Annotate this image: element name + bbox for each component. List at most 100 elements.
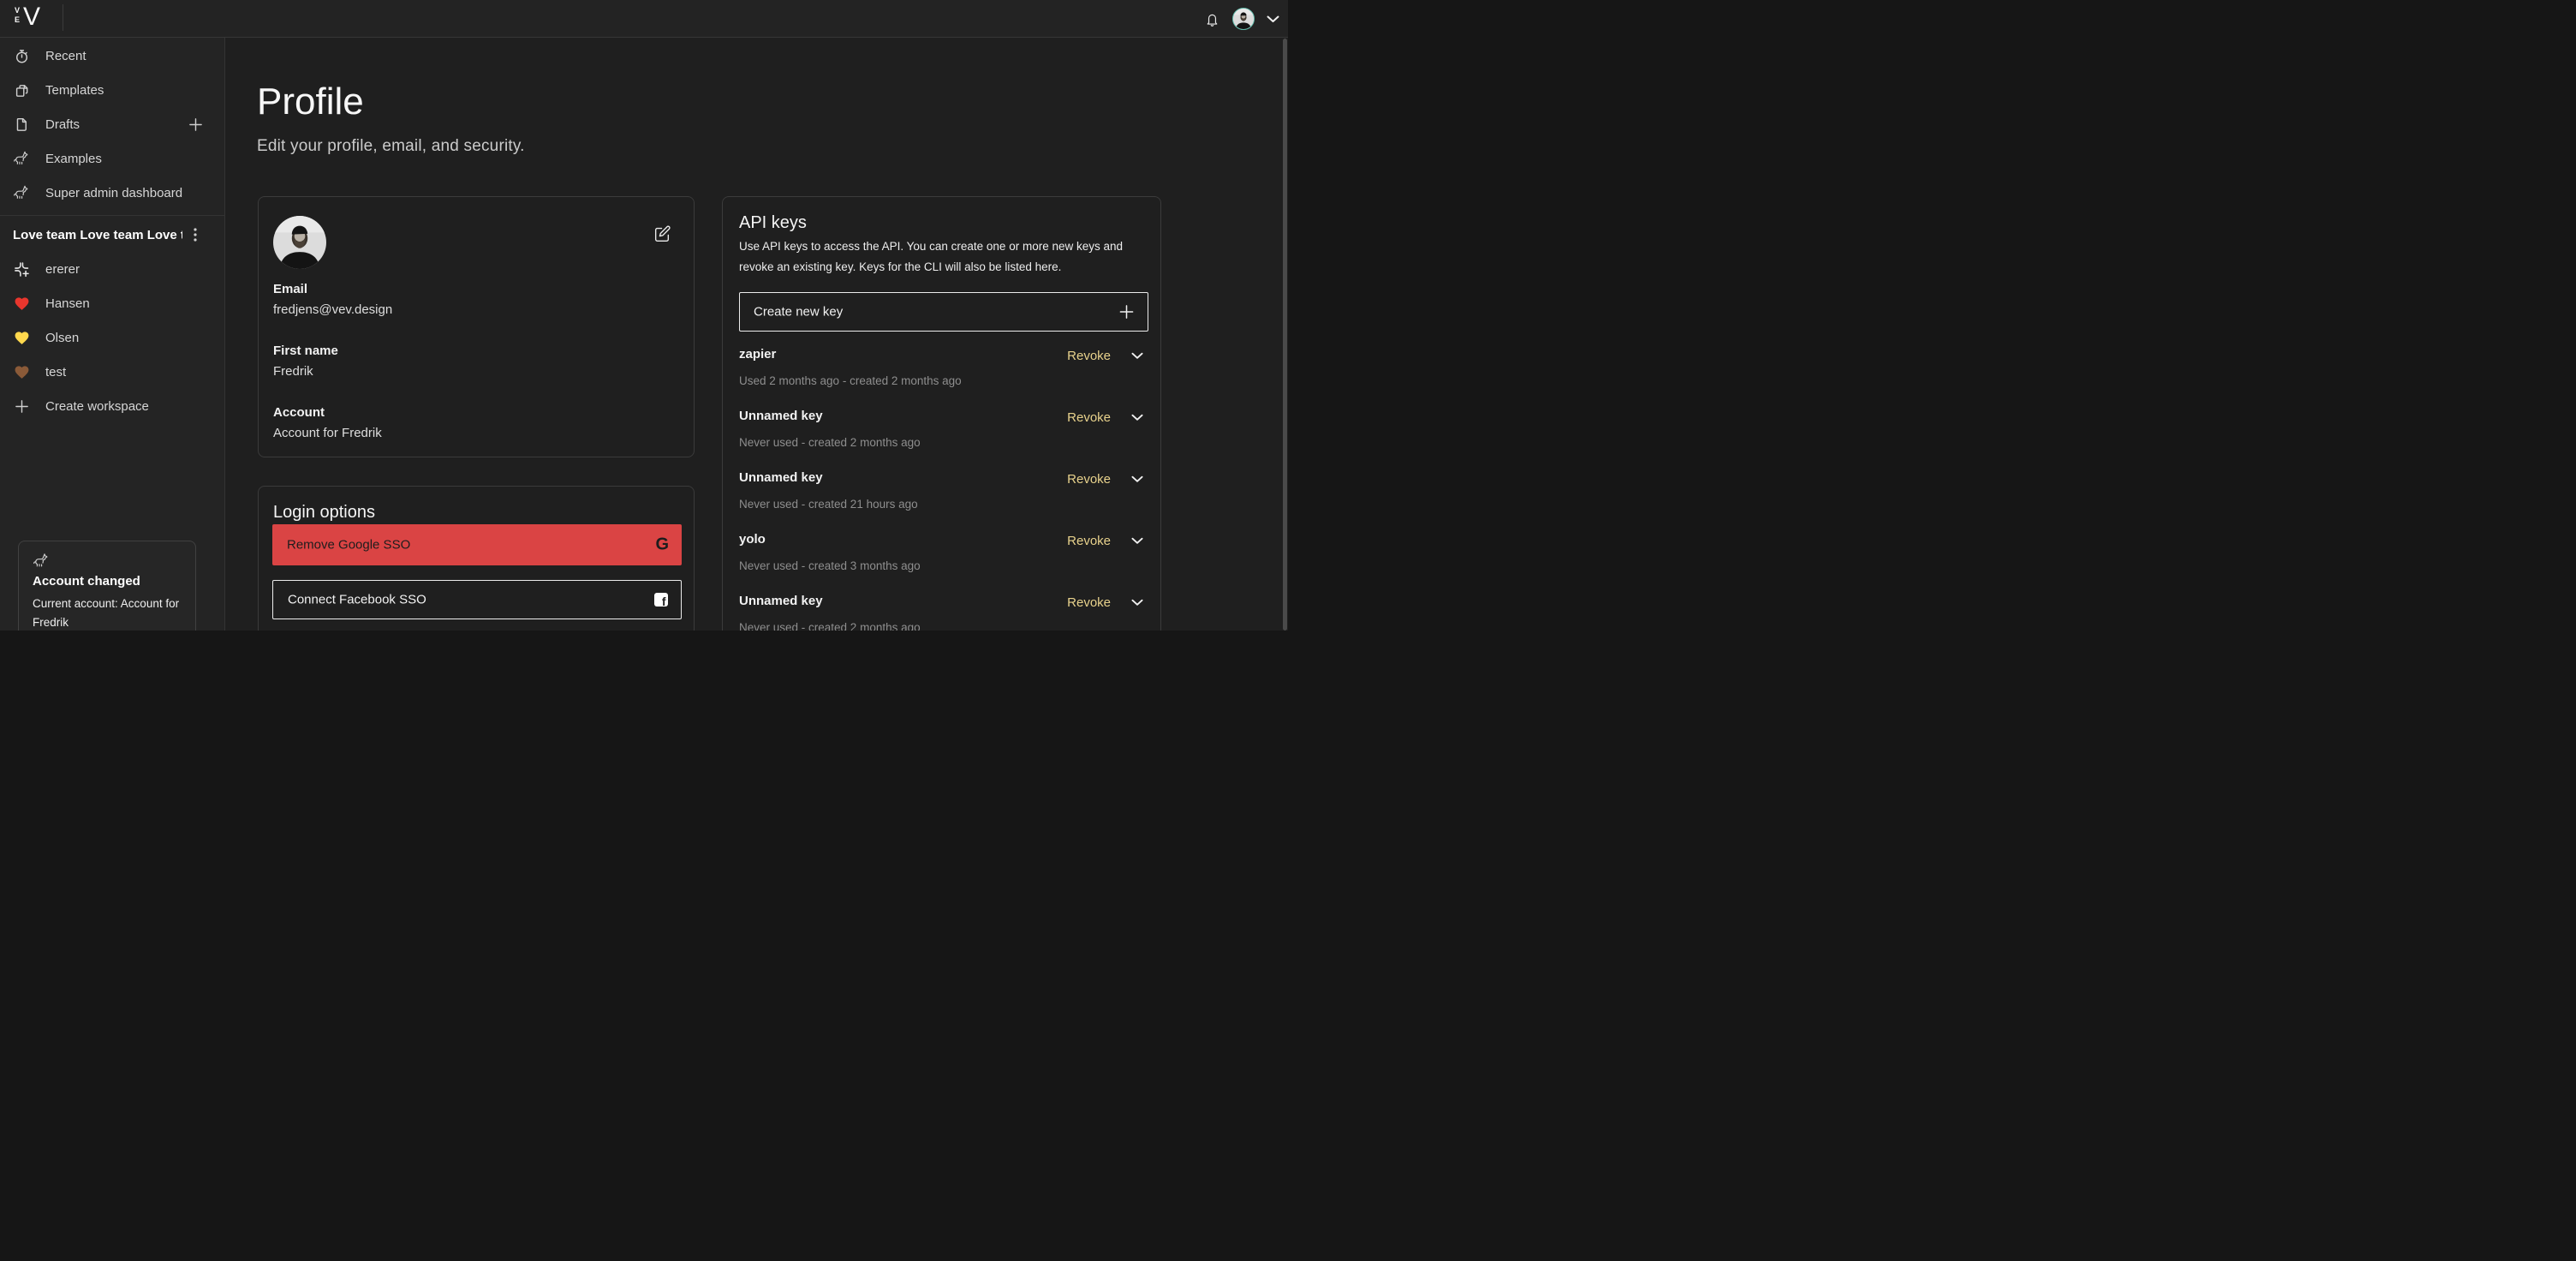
facebook-f-glyph: f <box>662 595 666 607</box>
email-label: Email <box>273 282 307 296</box>
workspace-item-label: ererer <box>45 262 80 277</box>
revoke-key-button[interactable]: Revoke <box>1067 472 1111 487</box>
create-new-key-button[interactable]: Create new key <box>739 292 1148 332</box>
sidebar-item-examples[interactable]: Examples <box>0 141 225 176</box>
login-options-card: Login options Remove Google SSO G Connec… <box>258 486 695 630</box>
workspace-item-test[interactable]: test <box>0 355 225 389</box>
google-g-icon: G <box>655 535 669 555</box>
chevron-down-icon <box>1131 352 1143 360</box>
sidebar-item-recent[interactable]: Recent <box>0 39 225 73</box>
workspace-item-label: test <box>45 365 66 379</box>
sidebar-item-label: Examples <box>45 152 102 166</box>
chevron-down-icon <box>1131 599 1143 607</box>
api-key-name: zapier <box>739 347 776 362</box>
connect-facebook-sso-label: Connect Facebook SSO <box>288 593 426 607</box>
api-key-row: yolo Never used - created 3 months ago R… <box>723 532 1162 594</box>
vev-logo[interactable]: V E V <box>15 6 57 32</box>
plus-icon <box>188 117 203 132</box>
sidebar-item-super-admin-dashboard[interactable]: Super admin dashboard <box>0 176 225 210</box>
first-name-value: Fredrik <box>273 364 313 379</box>
expand-key-button[interactable] <box>1131 352 1143 360</box>
plus-icon <box>1119 305 1134 320</box>
workspace-item-ererer[interactable]: ererer <box>0 252 225 286</box>
api-key-name: Unnamed key <box>739 470 823 485</box>
user-avatar[interactable] <box>1232 8 1255 30</box>
api-key-row: Unnamed key Never used - created 21 hour… <box>723 470 1162 532</box>
page-scrollbar[interactable] <box>1283 39 1287 630</box>
bell-icon <box>1204 11 1220 27</box>
api-key-meta: Never used - created 21 hours ago <box>739 498 918 511</box>
facebook-icon: f <box>654 593 668 607</box>
api-key-name: Unnamed key <box>739 409 823 423</box>
workspace-title: Love team Love team Love tea… <box>13 228 182 242</box>
expand-key-button[interactable] <box>1131 414 1143 421</box>
draft-page-icon <box>13 116 30 133</box>
profile-card: Email fredjens@vev.design First name Fre… <box>258 196 695 457</box>
expand-key-button[interactable] <box>1131 537 1143 545</box>
api-keys-description: Use API keys to access the API. You can … <box>739 236 1148 279</box>
workspace-header[interactable]: Love team Love team Love tea… <box>0 218 225 252</box>
remove-google-sso-button[interactable]: Remove Google SSO G <box>272 524 682 565</box>
plus-icon <box>13 397 30 415</box>
unicorn-icon <box>33 553 50 574</box>
profile-avatar <box>273 216 326 269</box>
page-title: Profile <box>257 81 364 123</box>
account-menu-button[interactable] <box>1267 15 1279 23</box>
api-key-name: Unnamed key <box>739 594 823 608</box>
account-value: Account for Fredrik <box>273 426 382 440</box>
chevron-down-icon <box>1131 414 1143 421</box>
login-options-heading: Login options <box>273 503 375 523</box>
workspace-item-hansen[interactable]: Hansen <box>0 286 225 320</box>
avatar-photo <box>1233 9 1254 29</box>
revoke-key-button[interactable]: Revoke <box>1067 349 1111 363</box>
api-key-meta: Used 2 months ago - created 2 months ago <box>739 374 962 387</box>
kebab-icon <box>194 228 197 242</box>
logo-small-v: V <box>15 8 20 14</box>
workspace-item-olsen[interactable]: Olsen <box>0 320 225 355</box>
edit-profile-button[interactable] <box>651 223 673 245</box>
workspace-glyph-icon <box>13 260 30 278</box>
add-draft-button[interactable] <box>188 117 203 132</box>
api-keys-card: API keys Use API keys to access the API.… <box>722 196 1161 630</box>
notifications-button[interactable] <box>1204 11 1220 27</box>
templates-icon <box>13 81 30 99</box>
api-key-row: Unnamed key Never used - created 2 month… <box>723 409 1162 470</box>
revoke-key-button[interactable]: Revoke <box>1067 534 1111 548</box>
api-key-meta: Never used - created 2 months ago <box>739 621 921 630</box>
toast-body: Current account: Account for Fredrik <box>33 595 185 630</box>
revoke-key-button[interactable]: Revoke <box>1067 595 1111 610</box>
avatar-photo <box>273 216 326 269</box>
api-key-meta: Never used - created 3 months ago <box>739 559 921 572</box>
logo-small-e: E <box>15 17 20 23</box>
chevron-down-icon <box>1267 15 1279 23</box>
chevron-down-icon <box>1131 537 1143 545</box>
api-key-meta: Never used - created 2 months ago <box>739 436 921 449</box>
sidebar-divider <box>0 215 225 216</box>
red-heart-icon <box>13 295 30 312</box>
unicorn-icon <box>13 150 30 167</box>
email-value: fredjens@vev.design <box>273 302 392 317</box>
page-subtitle: Edit your profile, email, and security. <box>257 137 525 156</box>
sidebar-item-templates[interactable]: Templates <box>0 73 225 107</box>
create-new-key-label: Create new key <box>754 305 843 320</box>
logo-big-v: V <box>23 3 40 32</box>
unicorn-icon <box>13 184 30 201</box>
expand-key-button[interactable] <box>1131 475 1143 483</box>
workspace-menu-button[interactable] <box>188 227 203 242</box>
vev-profile-settings-page: V E V <box>0 0 1288 630</box>
account-label: Account <box>273 405 325 420</box>
create-workspace-button[interactable]: Create workspace <box>0 389 225 423</box>
sidebar-item-drafts[interactable]: Drafts <box>0 107 225 141</box>
topbar: V E V <box>0 0 1288 38</box>
connect-facebook-sso-button[interactable]: Connect Facebook SSO f <box>272 580 682 619</box>
sidebar-item-label: Drafts <box>45 117 80 132</box>
topbar-right-cluster <box>1204 0 1279 38</box>
workspace-item-label: Hansen <box>45 296 90 311</box>
toast-title: Account changed <box>33 574 140 589</box>
revoke-key-button[interactable]: Revoke <box>1067 410 1111 425</box>
create-workspace-label: Create workspace <box>45 399 149 414</box>
edit-pencil-icon <box>653 224 671 243</box>
account-changed-toast: Account changed Current account: Account… <box>18 541 196 630</box>
expand-key-button[interactable] <box>1131 599 1143 607</box>
vev-logo-small-letters: V E <box>15 8 20 23</box>
